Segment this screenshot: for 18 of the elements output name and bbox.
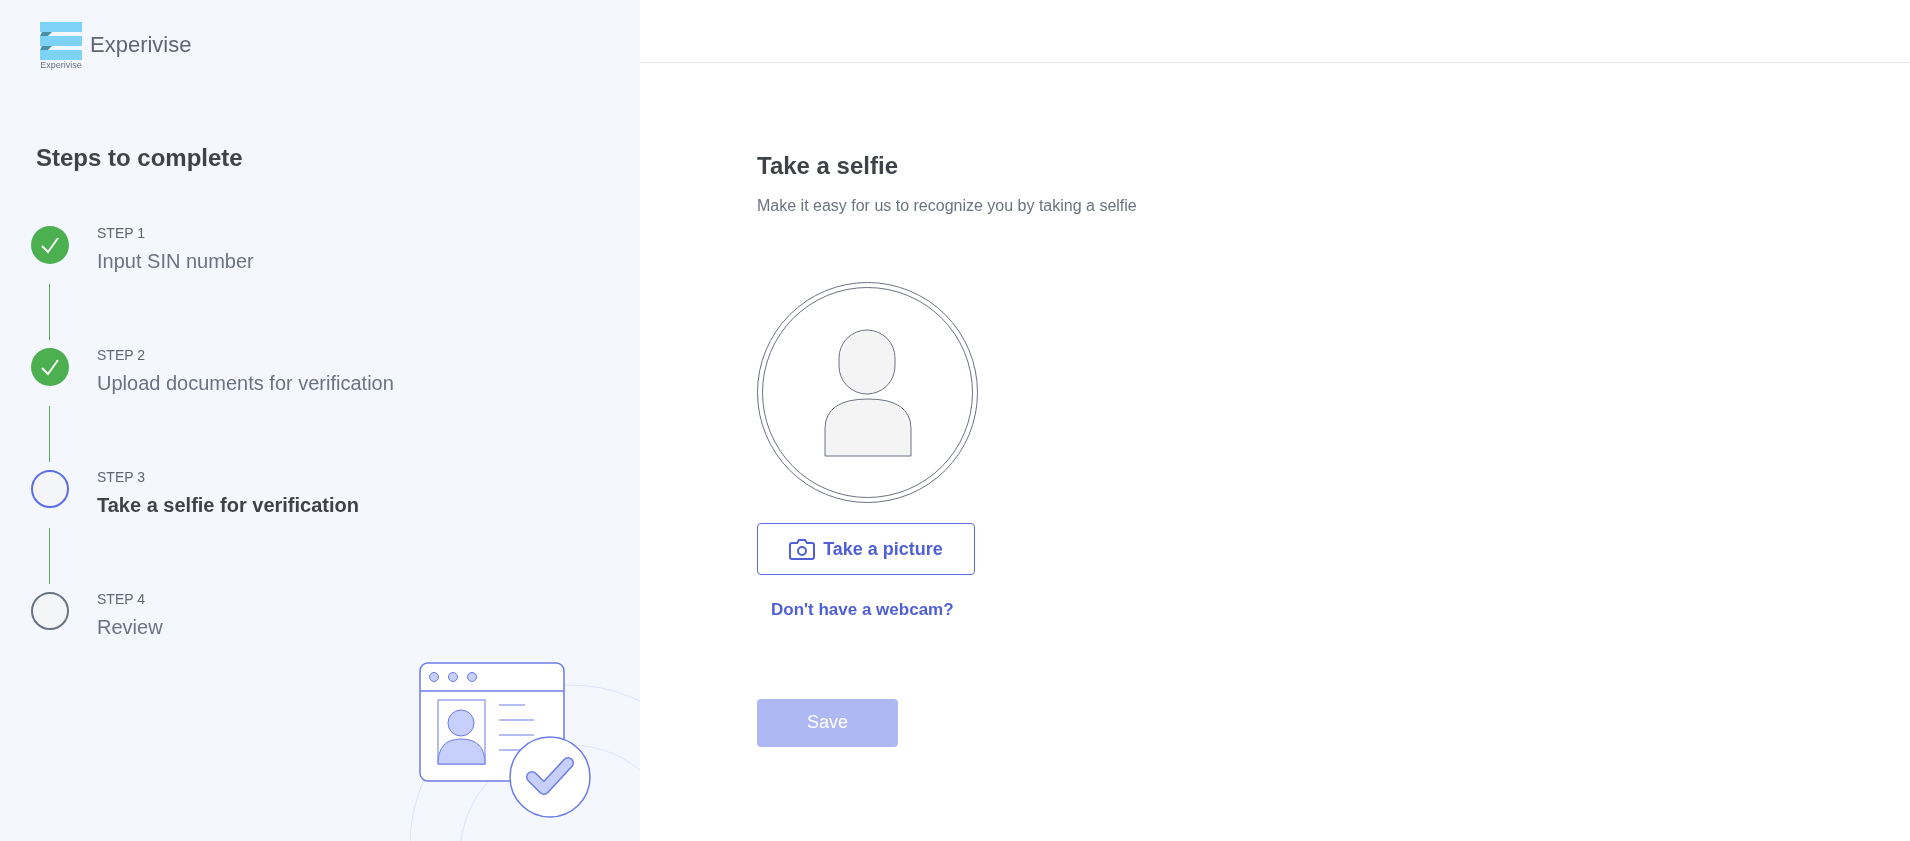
person-icon bbox=[823, 328, 912, 457]
logo-icon bbox=[40, 22, 82, 60]
camera-icon bbox=[789, 538, 816, 560]
brand-name: Experivise bbox=[90, 31, 192, 59]
step-label: STEP 1 bbox=[97, 224, 146, 243]
page-title: Take a selfie bbox=[757, 151, 898, 181]
take-picture-button[interactable]: Take a picture bbox=[757, 523, 975, 575]
page-subtitle: Make it easy for us to recognize you by taking a selfie bbox=[757, 196, 1137, 216]
step-title: Upload documents for verification bbox=[97, 371, 394, 396]
step-title: Take a selfie for verification bbox=[97, 493, 359, 518]
step-label: STEP 3 bbox=[97, 468, 146, 487]
step-label: STEP 4 bbox=[97, 590, 146, 609]
logo-caption: Experivise bbox=[40, 61, 82, 70]
no-webcam-link[interactable]: Don't have a webcam? bbox=[771, 597, 954, 623]
step-label: STEP 2 bbox=[97, 346, 146, 365]
step-title: Input SIN number bbox=[97, 249, 254, 274]
step-title: Review bbox=[97, 615, 163, 640]
sidebar-title: Steps to complete bbox=[35, 143, 244, 173]
